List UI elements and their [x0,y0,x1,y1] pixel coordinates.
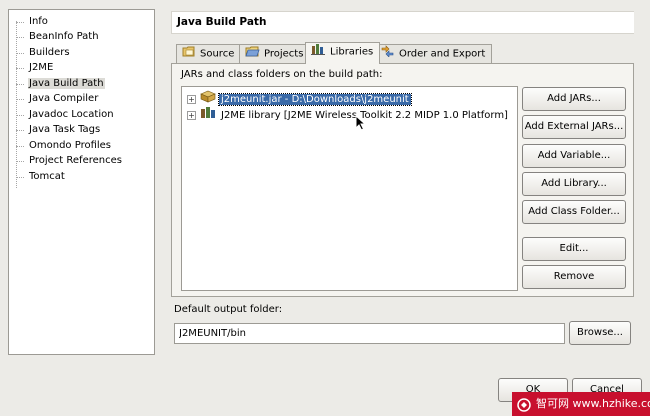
libraries-icon [311,43,326,62]
tab-source[interactable]: Source [176,44,242,64]
watermark: 智可网 www.hzhike.com [512,392,650,416]
watermark-logo-icon [517,397,531,416]
tree-item-tomcat[interactable]: Tomcat [12,170,68,184]
add-class-folder-button[interactable]: Add Class Folder... [522,200,626,224]
mouse-pointer-icon [355,114,367,134]
tree-item-label: BeanInfo Path [29,31,99,42]
classpath-list-label: JARs and class folders on the build path… [181,69,383,80]
add-jars-button[interactable]: Add JARs... [522,87,626,111]
tree-item-label: Info [29,16,48,27]
tree-item-java-task-tags[interactable]: Java Task Tags [12,123,103,137]
tree-item-java-build-path[interactable]: Java Build Path [12,77,107,91]
expand-icon[interactable]: + [187,110,196,120]
tab-libraries[interactable]: Libraries [305,42,381,64]
remove-button[interactable]: Remove [522,265,626,289]
tree-item-j2me[interactable]: J2ME [12,61,56,75]
tree-item-label: Java Task Tags [29,124,101,135]
tree-item-label: Javadoc Location [29,109,114,120]
tree-item-javadoc-location[interactable]: Javadoc Location [12,108,117,122]
order-export-icon [380,45,395,64]
tree-item-beaninfo-path[interactable]: BeanInfo Path [12,30,102,44]
tree-item-label: J2ME [29,62,54,73]
output-folder-label: Default output folder: [174,304,283,315]
expand-icon[interactable]: + [187,94,196,104]
tab-label: Source [200,48,235,60]
list-item-label: j2meunit.jar - D:\Downloads\j2meunit [218,92,412,106]
tree-item-omondo-profiles[interactable]: Omondo Profiles [12,139,114,153]
list-item-j2meunit-jar[interactable]: + j2meunit.jar - D:\Downloads\j2meunit [187,90,412,106]
tree-item-label: Java Build Path [28,78,105,89]
watermark-text: 智可网 www.hzhike.com [536,397,650,410]
edit-button[interactable]: Edit... [522,237,626,261]
tab-label: Libraries [330,46,374,58]
browse-button[interactable]: Browse... [569,321,631,345]
tree-item-label: Java Compiler [29,93,99,104]
tree-item-label: Builders [29,47,70,58]
page-title: Java Build Path [171,11,634,34]
tab-projects[interactable]: Projects [239,44,311,64]
projects-icon [245,45,260,64]
tab-label: Order and Export [399,48,486,60]
tree-item-info[interactable]: Info [12,15,51,29]
tree-item-project-references[interactable]: Project References [12,154,125,168]
output-folder-input[interactable] [174,323,565,344]
tree-item-label: Omondo Profiles [29,140,112,151]
tree-item-builders[interactable]: Builders [12,46,73,60]
add-variable-button[interactable]: Add Variable... [522,144,626,168]
property-tree[interactable]: Info BeanInfo Path Builders J2ME Java Bu… [8,9,155,355]
library-icon [200,106,216,124]
tab-label: Projects [264,48,304,60]
tree-item-java-compiler[interactable]: Java Compiler [12,92,101,106]
source-folder-icon [182,45,196,64]
list-item-j2me-library[interactable]: + J2ME library [J2ME Wireless Toolkit 2.2… [187,106,510,121]
add-external-jars-button[interactable]: Add External JARs... [522,115,626,139]
tab-order-and-export[interactable]: Order and Export [374,44,493,64]
tree-item-label: Project References [29,155,122,166]
tree-item-label: Tomcat [29,171,65,182]
classpath-list[interactable]: + j2meunit.jar - D:\Downloads\j2meunit + J… [181,86,518,291]
add-library-button[interactable]: Add Library... [522,172,626,196]
